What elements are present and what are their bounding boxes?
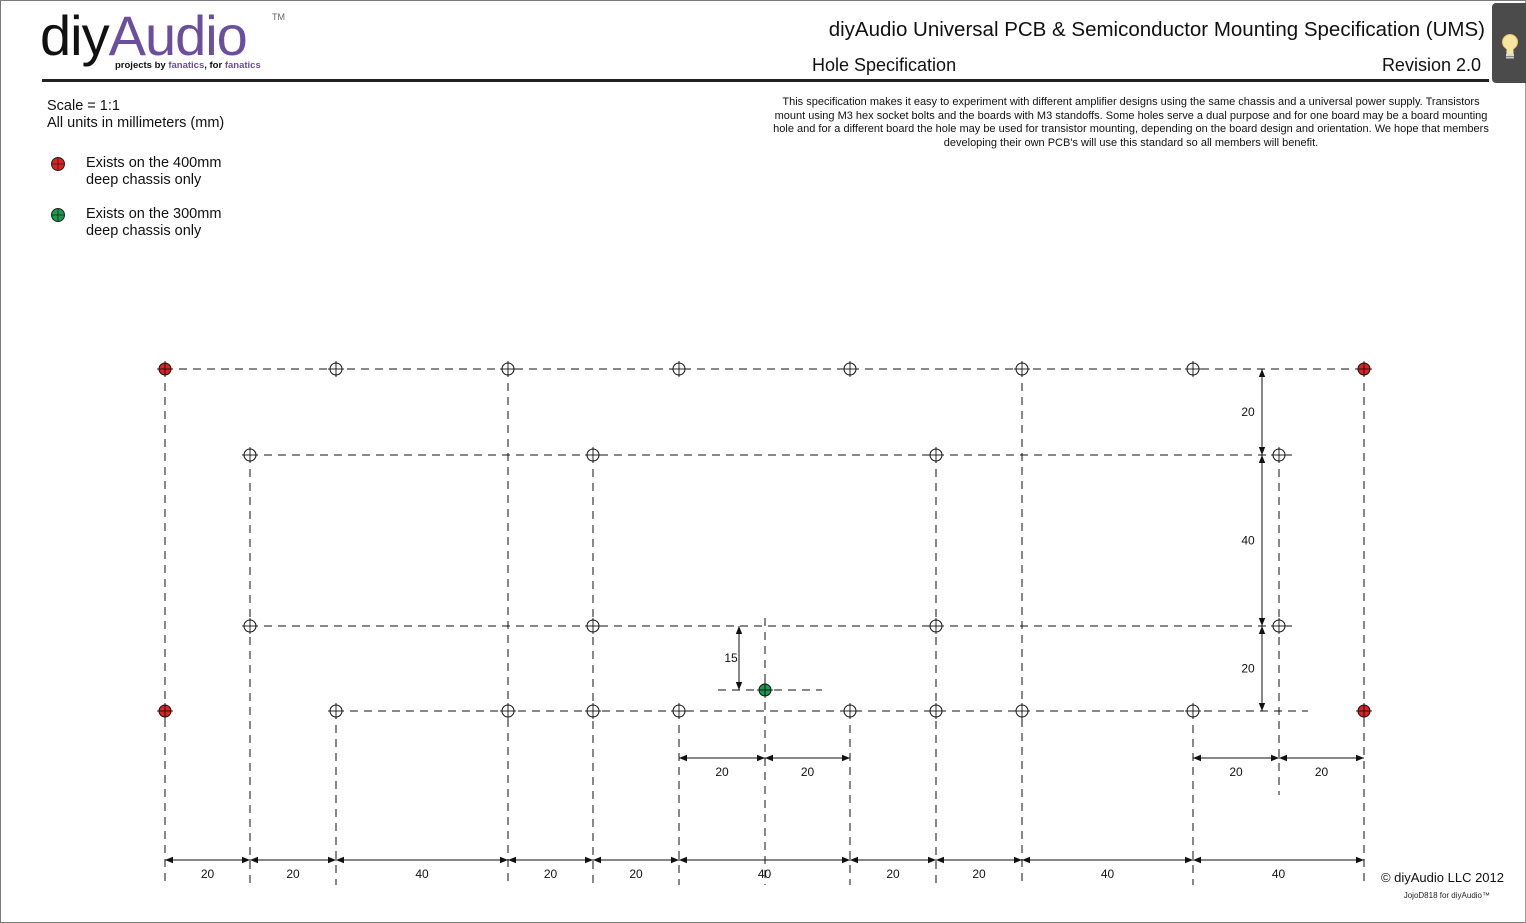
dimension-label: 40 [415, 867, 429, 881]
dimension-label: 20 [972, 867, 986, 881]
mounting-hole [1014, 703, 1030, 719]
red-hole [157, 703, 173, 719]
mounting-hole [1271, 447, 1287, 463]
dimension-label: 40 [1101, 867, 1115, 881]
mounting-hole [585, 618, 601, 634]
mounting-hole [671, 703, 687, 719]
dimension-label: 15 [724, 651, 738, 665]
dimension-label: 20 [801, 765, 815, 779]
green-hole [757, 682, 773, 698]
mounting-hole [328, 703, 344, 719]
mounting-hole [1014, 361, 1030, 377]
mounting-hole [585, 447, 601, 463]
dimension-label: 40 [1272, 867, 1286, 881]
mounting-hole [242, 447, 258, 463]
mounting-hole [1271, 618, 1287, 634]
copyright-notice: © diyAudio LLC 2012 [1380, 870, 1504, 885]
dimension-label: 20 [715, 765, 729, 779]
dimension-label: 20 [544, 867, 558, 881]
mounting-hole [500, 703, 516, 719]
mounting-hole [928, 447, 944, 463]
dimension-label: 20 [286, 867, 300, 881]
mounting-hole [500, 361, 516, 377]
dimension-label: 20 [1241, 662, 1255, 676]
mounting-hole [1185, 703, 1201, 719]
mounting-hole [1185, 361, 1201, 377]
mounting-hole [842, 361, 858, 377]
red-hole [1356, 703, 1372, 719]
mounting-hole [585, 703, 601, 719]
author-credit: JojoD818 for diyAudio™ [1403, 891, 1490, 900]
dimension-label: 20 [1315, 765, 1329, 779]
dimension-label: 20 [886, 867, 900, 881]
hole-specification-drawing: 20 20 40 20 20 40 20 20 40 40 20 40 20 15 20 20 20 20 [157, 361, 1372, 885]
red-hole [157, 361, 173, 377]
mounting-hole [928, 703, 944, 719]
dimension-label: 40 [758, 867, 772, 881]
mounting-hole [928, 618, 944, 634]
mounting-hole [842, 703, 858, 719]
red-hole [1356, 361, 1372, 377]
dimension-label: 20 [629, 867, 643, 881]
dimension-label: 40 [1241, 534, 1255, 548]
mounting-hole [242, 618, 258, 634]
dimension-label: 20 [1229, 765, 1243, 779]
mounting-hole [671, 361, 687, 377]
mounting-hole [328, 361, 344, 377]
dimension-label: 20 [201, 867, 215, 881]
dimension-label: 20 [1241, 405, 1255, 419]
